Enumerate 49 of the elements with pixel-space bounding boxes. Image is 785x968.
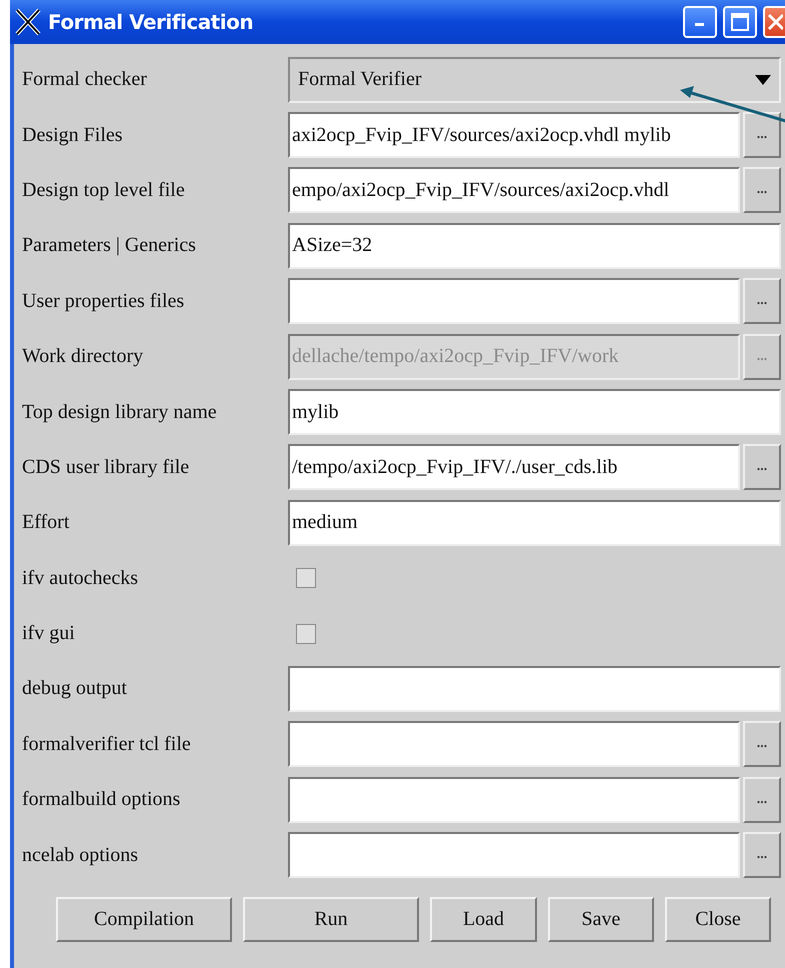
checker-dropdown[interactable]: Formal Verifier <box>288 56 781 103</box>
field-label: Formal checker <box>22 68 148 92</box>
field-label: formalverifier tcl file <box>22 732 192 756</box>
checkbox[interactable] <box>296 624 316 644</box>
browse-button[interactable]: ... <box>743 167 781 214</box>
browse-button[interactable]: ... <box>743 278 781 324</box>
action-button[interactable]: Save <box>548 896 654 942</box>
input-field[interactable] <box>288 721 740 768</box>
close-window-button[interactable] <box>763 6 785 38</box>
field-label: Design top level file <box>22 178 186 202</box>
field-label: Work directory <box>22 345 144 368</box>
input-field[interactable] <box>288 666 781 712</box>
action-button[interactable]: Run <box>243 896 419 942</box>
field-label: CDS user library file <box>22 456 190 479</box>
field-label: formalbuild options <box>22 788 182 812</box>
browse-button[interactable]: ... <box>743 112 781 158</box>
input-field[interactable]: /tempo/axi2ocp_Fvip_IFV/./user_cds.lib <box>288 444 740 490</box>
action-button[interactable]: Load <box>430 896 537 942</box>
input-field[interactable] <box>288 832 740 878</box>
input-field[interactable]: empo/axi2ocp_Fvip_IFV/sources/axi2ocp.vhdl <box>288 167 740 214</box>
close-icon <box>767 12 783 32</box>
window-title: Formal Verification <box>48 10 254 34</box>
action-button[interactable]: Compilation <box>56 896 232 942</box>
field-label: Parameters | Generics <box>22 234 197 258</box>
input-field[interactable]: axi2ocp_Fvip_IFV/sources/axi2ocp.vhdl mylib <box>288 112 740 158</box>
field-label: User properties files <box>22 290 186 313</box>
browse-button[interactable]: ... <box>743 776 781 823</box>
field-label: Effort <box>22 511 70 534</box>
x-logo-icon <box>14 8 42 36</box>
field-label: Top design library name <box>22 400 218 424</box>
action-button[interactable]: Close <box>665 896 771 942</box>
input-field[interactable]: ASize=32 <box>288 222 781 269</box>
field-label: ifv gui <box>22 622 76 646</box>
field-label: ifv autochecks <box>22 566 140 590</box>
minimize-button[interactable] <box>683 6 717 38</box>
field-label: debug output <box>22 677 128 700</box>
field-label: ncelab options <box>22 844 140 867</box>
dropdown-caret-icon <box>755 74 771 85</box>
maximize-button[interactable] <box>723 6 757 38</box>
browse-button[interactable]: ... <box>743 721 781 768</box>
maximize-icon <box>731 13 749 31</box>
input-field[interactable] <box>288 278 740 324</box>
browse-button[interactable]: ... <box>743 444 781 490</box>
input-field[interactable]: medium <box>288 500 781 546</box>
checkbox[interactable] <box>296 568 316 588</box>
input-field[interactable]: mylib <box>288 389 781 436</box>
field-label: Design Files <box>22 124 124 147</box>
input-field[interactable] <box>288 776 740 823</box>
browse-button[interactable]: ... <box>743 832 781 878</box>
